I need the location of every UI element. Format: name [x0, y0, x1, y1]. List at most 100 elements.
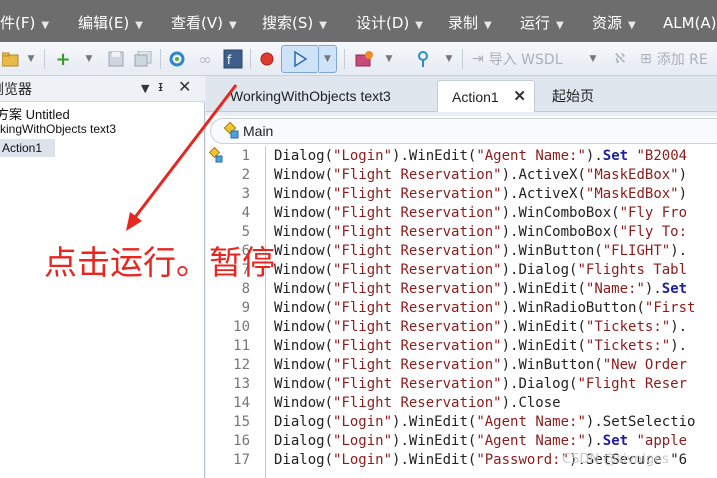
code-line[interactable]: Window("Flight Reservation").WinComboBox…: [274, 224, 687, 240]
code-token: ): [678, 167, 688, 183]
string-literal: "Flight Reservation": [333, 224, 502, 240]
string-literal: "Flight Reservation": [333, 262, 502, 278]
line-number: 2: [241, 167, 250, 183]
string-literal: "Flight Reser: [577, 376, 688, 392]
code-line[interactable]: Dialog("Login").WinEdit("Agent Name:").S…: [274, 414, 695, 430]
code-token: ).WinEdit(: [392, 148, 477, 164]
menu-record[interactable]: 录制 ▼: [448, 0, 492, 42]
link-icon[interactable]: ∞: [194, 47, 216, 71]
chevron-down-icon[interactable]: ▼: [444, 47, 454, 71]
string-literal: "First: [644, 300, 696, 316]
string-literal: "FLIGHT": [602, 243, 671, 259]
string-literal: "Login": [333, 452, 393, 468]
add-rest-button[interactable]: ⊞ 添加 RE: [640, 47, 717, 71]
chevron-down-icon: ▼: [415, 20, 423, 31]
menu-file[interactable]: 件(F) ▼: [0, 0, 49, 42]
menu-edit[interactable]: 编辑(E) ▼: [78, 0, 143, 42]
code-line[interactable]: Window("Flight Reservation").WinButton("…: [274, 357, 687, 373]
code-token: ).WinComboBox(: [501, 224, 620, 240]
menu-search[interactable]: 搜索(S) ▼: [262, 0, 327, 42]
chevron-down-icon: ▼: [324, 54, 331, 64]
open-folder-icon[interactable]: [0, 47, 22, 71]
breadcrumb-box[interactable]: Main: [210, 118, 717, 144]
chevron-down-icon: ▼: [628, 20, 636, 31]
refresh-icon[interactable]: [166, 47, 188, 71]
tab-action1[interactable]: Action1 ✕: [437, 80, 535, 112]
code-token: ).ActiveX(: [501, 186, 586, 202]
chevron-down-icon[interactable]: ▼: [588, 47, 598, 71]
tree-item-test[interactable]: rkingWithObjects text3: [0, 122, 116, 136]
code-line[interactable]: Window("Flight Reservation").WinComboBox…: [274, 205, 687, 221]
save-all-icon[interactable]: [132, 47, 154, 71]
checkpoint-icon[interactable]: [412, 47, 434, 71]
menu-alm[interactable]: ALM(A): [663, 0, 717, 42]
import-wsdl-button[interactable]: ⇥ 导入 WSDL: [472, 47, 582, 71]
code-line[interactable]: Window("Flight Reservation").ActiveX("Ma…: [274, 186, 687, 202]
chevron-down-icon: ▼: [319, 20, 327, 31]
save-icon[interactable]: [106, 47, 126, 71]
code-token: Window(: [274, 205, 334, 221]
run-button[interactable]: [281, 45, 319, 73]
run-dropdown[interactable]: ▼: [319, 45, 337, 73]
code-line[interactable]: Window("Flight Reservation").Close: [274, 395, 561, 411]
line-number: 9: [241, 300, 250, 316]
code-line[interactable]: Window("Flight Reservation").WinEdit("Ti…: [274, 319, 687, 335]
code-token: Window(: [274, 376, 334, 392]
chevron-down-icon[interactable]: ▼: [384, 47, 394, 71]
chevron-down-icon[interactable]: ▼: [84, 47, 94, 71]
menu-view[interactable]: 查看(V) ▼: [171, 0, 237, 42]
action-marker-icon: [208, 146, 227, 169]
wand-icon[interactable]: ℵ: [610, 47, 630, 71]
code-line[interactable]: Window("Flight Reservation").WinRadioBut…: [274, 300, 695, 316]
string-literal: "Flight Reservation": [333, 338, 502, 354]
tree-item-action[interactable]: Action1: [0, 139, 55, 157]
code-line[interactable]: Window("Flight Reservation").WinEdit("Na…: [274, 281, 687, 297]
code-token: Window(: [274, 319, 334, 335]
code-token: Window(: [274, 357, 334, 373]
code-token: ).Dialog(: [501, 376, 578, 392]
tab-start-page[interactable]: 起始页: [552, 80, 594, 112]
code-token: ).: [585, 148, 603, 164]
line-number: 14: [233, 395, 250, 411]
line-number: 3: [241, 186, 250, 202]
action-icon: [223, 121, 243, 145]
code-editor[interactable]: 1 2 3 4 5 6 7 8 9 10 11 12 13 14 15 16 17 Dialog("Login"…: [206, 146, 717, 478]
string-literal: "Login": [333, 433, 393, 449]
object-repository-icon[interactable]: [352, 47, 376, 71]
pin-icon[interactable]: ᵻ: [158, 79, 163, 95]
keyword: Set: [602, 433, 629, 449]
function-library-icon[interactable]: f: [222, 47, 244, 71]
code-line[interactable]: Window("Flight Reservation").WinButton("…: [274, 243, 687, 259]
code-token: ).WinEdit(: [392, 414, 477, 430]
chevron-down-icon: ▼: [556, 20, 564, 31]
line-number: 1: [241, 148, 250, 164]
chevron-down-icon: ▼: [228, 20, 237, 31]
line-number: 17: [233, 452, 250, 468]
document-tab-bar: WorkingWithObjects text3 Action1 ✕ 起始页: [206, 76, 717, 112]
menu-design[interactable]: 设计(D) ▼: [356, 0, 423, 42]
close-icon[interactable]: ✕: [513, 81, 526, 113]
record-icon[interactable]: [256, 47, 278, 71]
code-token: ).WinComboBox(: [501, 205, 620, 221]
tree-item-solution[interactable]: 方案 Untitled: [0, 104, 70, 123]
chevron-down-icon: ▼: [135, 20, 143, 31]
close-icon[interactable]: ✕: [178, 77, 191, 96]
menu-run[interactable]: 运行 ▼: [520, 0, 564, 42]
chevron-down-icon[interactable]: ▼: [26, 47, 36, 71]
code-line[interactable]: Window("Flight Reservation").Dialog("Fli…: [274, 262, 687, 278]
import-icon: ⇥: [472, 51, 484, 67]
add-icon[interactable]: +: [54, 47, 72, 71]
chevron-down-icon[interactable]: ▼: [141, 82, 149, 95]
keyword: Set: [602, 148, 629, 164]
code-line[interactable]: Dialog("Login").WinEdit("Agent Name:").S…: [274, 433, 687, 449]
tab-workingwithobjects[interactable]: WorkingWithObjects text3: [230, 80, 391, 112]
menu-resources[interactable]: 资源 ▼: [592, 0, 636, 42]
code-line[interactable]: Window("Flight Reservation").WinEdit("Ti…: [274, 338, 687, 354]
code-line[interactable]: Dialog("Login").WinEdit("Agent Name:").S…: [274, 148, 687, 164]
code-line[interactable]: Window("Flight Reservation").ActiveX("Ma…: [274, 167, 687, 183]
string-literal: "Name:": [585, 281, 645, 297]
string-literal: "Login": [333, 414, 393, 430]
code-line[interactable]: Window("Flight Reservation").Dialog("Fli…: [274, 376, 687, 392]
code-token: ).WinEdit(: [501, 319, 586, 335]
toolbar-separator: [160, 49, 161, 69]
